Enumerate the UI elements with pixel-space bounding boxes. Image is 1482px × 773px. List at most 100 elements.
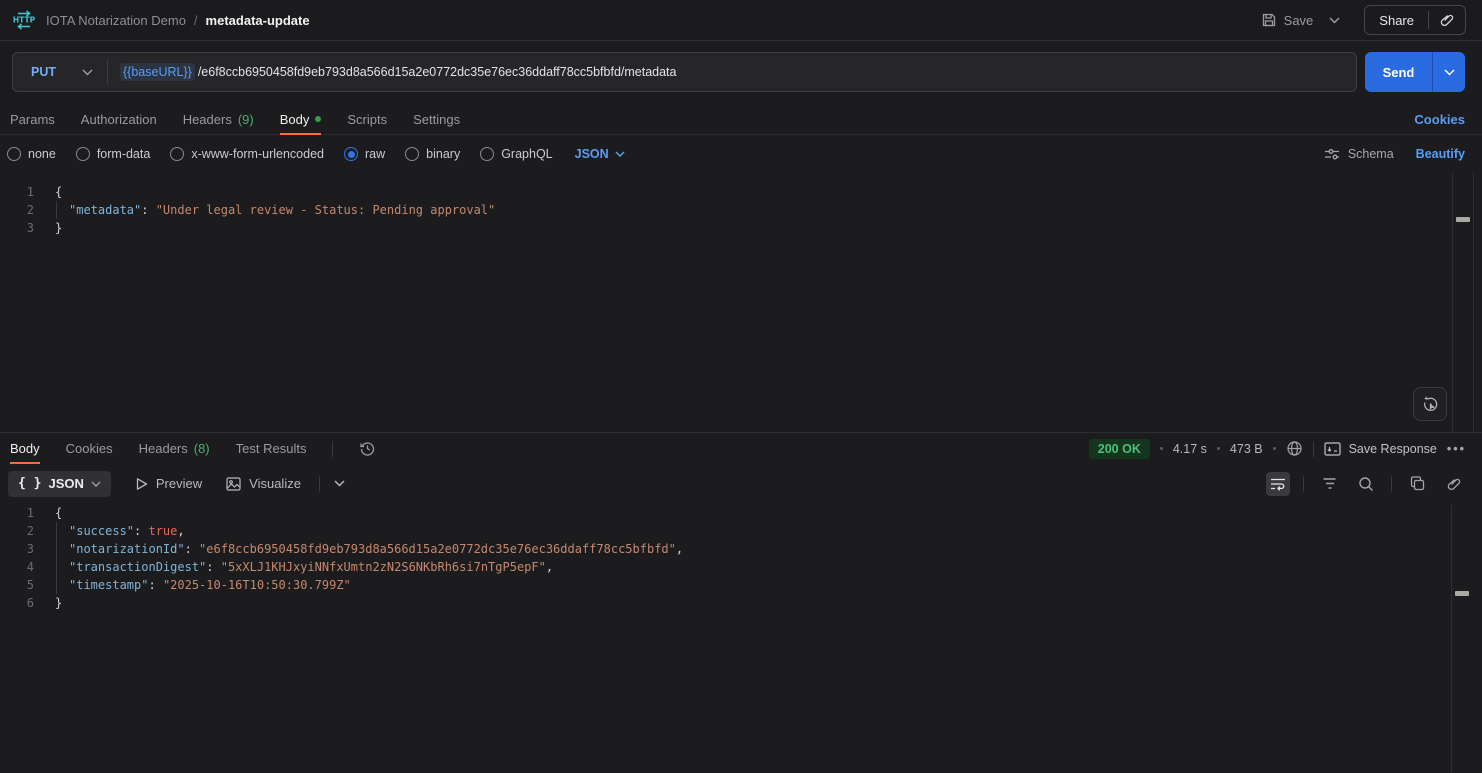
svg-text:HTTP: HTTP [13, 16, 36, 25]
response-more-button[interactable]: ••• [1447, 442, 1466, 456]
response-editor-scrollbar[interactable] [1451, 505, 1471, 773]
code-line: 5"timestamp": "2025-10-16T10:50:30.799Z" [0, 576, 1451, 594]
indent-guide [56, 576, 57, 594]
mode-form-data[interactable]: form-data [76, 147, 151, 161]
radio-icon [76, 147, 90, 161]
copy-link-button[interactable] [1429, 12, 1465, 28]
method-selector[interactable]: PUT [13, 65, 107, 79]
indent-guide [56, 522, 57, 540]
braces-icon: { } [18, 476, 41, 491]
send-options-chevron-icon[interactable] [1432, 52, 1465, 92]
url-bar: PUT {{baseURL}} /e6f8ccb6950458fd9eb793d… [12, 52, 1357, 92]
header-actions: Save Share [1261, 5, 1466, 35]
tab-body[interactable]: Body [280, 104, 322, 134]
visualize-label: Visualize [249, 476, 301, 491]
toolbar-divider [1391, 476, 1392, 492]
meta-separator-dot [1160, 447, 1163, 450]
mode-none[interactable]: none [7, 147, 56, 161]
mode-graphql-label: GraphQL [501, 147, 552, 161]
response-tab-headers-count: (8) [194, 441, 210, 456]
save-icon [1261, 12, 1277, 28]
request-url-row: PUT {{baseURL}} /e6f8ccb6950458fd9eb793d… [12, 52, 1465, 92]
response-tab-headers[interactable]: Headers (8) [139, 433, 210, 464]
breadcrumb-collection[interactable]: IOTA Notarization Demo [46, 13, 186, 28]
http-request-icon: HTTP [12, 8, 36, 32]
line-number: 2 [0, 201, 34, 219]
share-button[interactable]: Share [1365, 13, 1428, 28]
language-selector[interactable]: JSON [575, 147, 625, 161]
code-line: 1{ [0, 504, 1451, 522]
preview-button[interactable]: Preview [135, 476, 202, 491]
tabs-divider [332, 441, 333, 457]
mode-raw[interactable]: raw [344, 147, 385, 161]
mode-binary[interactable]: binary [405, 147, 460, 161]
mode-binary-label: binary [426, 147, 460, 161]
code-line: 4"transactionDigest": "5xXLJ1KHJxyiNNfxU… [0, 558, 1451, 576]
cookies-link[interactable]: Cookies [1414, 112, 1465, 127]
tab-scripts[interactable]: Scripts [347, 104, 387, 134]
body-mode-row: none form-data x-www-form-urlencoded raw… [0, 140, 1482, 168]
response-size[interactable]: 473 B [1230, 442, 1263, 456]
send-button[interactable]: Send [1365, 52, 1432, 92]
body-mode-actions: Schema Beautify [1324, 147, 1465, 161]
code-line: 2"success": true, [0, 522, 1451, 540]
line-number: 1 [0, 183, 34, 201]
save-response-button[interactable]: Save Response [1324, 442, 1437, 456]
response-meta: 200 OK 4.17 s 473 B Save Response [1089, 439, 1466, 459]
method-chevron-icon [82, 69, 93, 76]
response-history-icon[interactable] [359, 440, 376, 457]
view-options-chevron-icon[interactable] [334, 480, 345, 487]
body-modified-dot [315, 116, 321, 122]
toolbar-divider [1303, 476, 1304, 492]
indent-guide [56, 540, 57, 558]
code-line: 2"metadata": "Under legal review - Statu… [0, 201, 1452, 219]
search-icon[interactable] [1354, 472, 1378, 496]
request-body-editor[interactable]: 1{2"metadata": "Under legal review - Sta… [0, 174, 1452, 432]
response-format-selector[interactable]: { } JSON [8, 471, 111, 497]
share-button-group: Share [1364, 5, 1466, 35]
beautify-button[interactable]: Beautify [1416, 147, 1465, 161]
tab-settings[interactable]: Settings [413, 104, 460, 134]
mode-urlencoded-label: x-www-form-urlencoded [191, 147, 324, 161]
toolbar-divider [319, 476, 320, 492]
wrap-text-button[interactable] [1266, 472, 1290, 496]
copy-icon[interactable] [1405, 472, 1429, 496]
scrollbar-thumb[interactable] [1456, 217, 1470, 222]
mode-raw-label: raw [365, 147, 385, 161]
response-time[interactable]: 4.17 s [1173, 442, 1207, 456]
code-line: 1{ [0, 183, 1452, 201]
response-tab-test-results[interactable]: Test Results [236, 433, 307, 464]
response-tabs: Body Cookies Headers (8) Test Results 20… [0, 433, 1482, 464]
tab-headers[interactable]: Headers (9) [183, 104, 254, 134]
tab-headers-label: Headers [183, 112, 232, 127]
filter-icon[interactable] [1317, 472, 1341, 496]
mode-graphql[interactable]: GraphQL [480, 147, 552, 161]
mode-x-www-form-urlencoded[interactable]: x-www-form-urlencoded [170, 147, 324, 161]
schema-button[interactable]: Schema [1324, 147, 1394, 161]
response-toolbar-right [1266, 472, 1466, 496]
postbot-button[interactable] [1413, 387, 1447, 421]
tab-params[interactable]: Params [10, 104, 55, 134]
response-body-editor[interactable]: 1{2"success": true,3"notarizationId": "e… [0, 503, 1451, 773]
method-label: PUT [31, 65, 56, 79]
scrollbar-thumb[interactable] [1455, 591, 1469, 596]
visualize-button[interactable]: Visualize [226, 476, 301, 491]
breadcrumb-request-name[interactable]: metadata-update [206, 13, 310, 28]
meta-separator-dot [1273, 447, 1276, 450]
response-tab-cookies[interactable]: Cookies [66, 433, 113, 464]
status-badge[interactable]: 200 OK [1089, 439, 1150, 459]
format-chevron-icon [91, 481, 101, 487]
radio-selected-icon [344, 147, 358, 161]
save-button[interactable]: Save [1261, 12, 1314, 28]
play-icon [135, 477, 148, 491]
request-editor-scrollbar[interactable] [1452, 172, 1472, 432]
url-input[interactable]: {{baseURL}} /e6f8ccb6950458fd9eb793d8a56… [120, 63, 677, 81]
meta-divider [1313, 441, 1314, 457]
save-options-chevron-icon[interactable] [1323, 13, 1346, 28]
url-path: /e6f8ccb6950458fd9eb793d8a566d15a2e0772d… [198, 65, 677, 79]
link-icon[interactable] [1442, 472, 1466, 496]
tab-authorization[interactable]: Authorization [81, 104, 157, 134]
network-globe-icon[interactable] [1286, 440, 1303, 457]
line-number: 6 [0, 594, 34, 612]
response-tab-body[interactable]: Body [10, 433, 40, 464]
